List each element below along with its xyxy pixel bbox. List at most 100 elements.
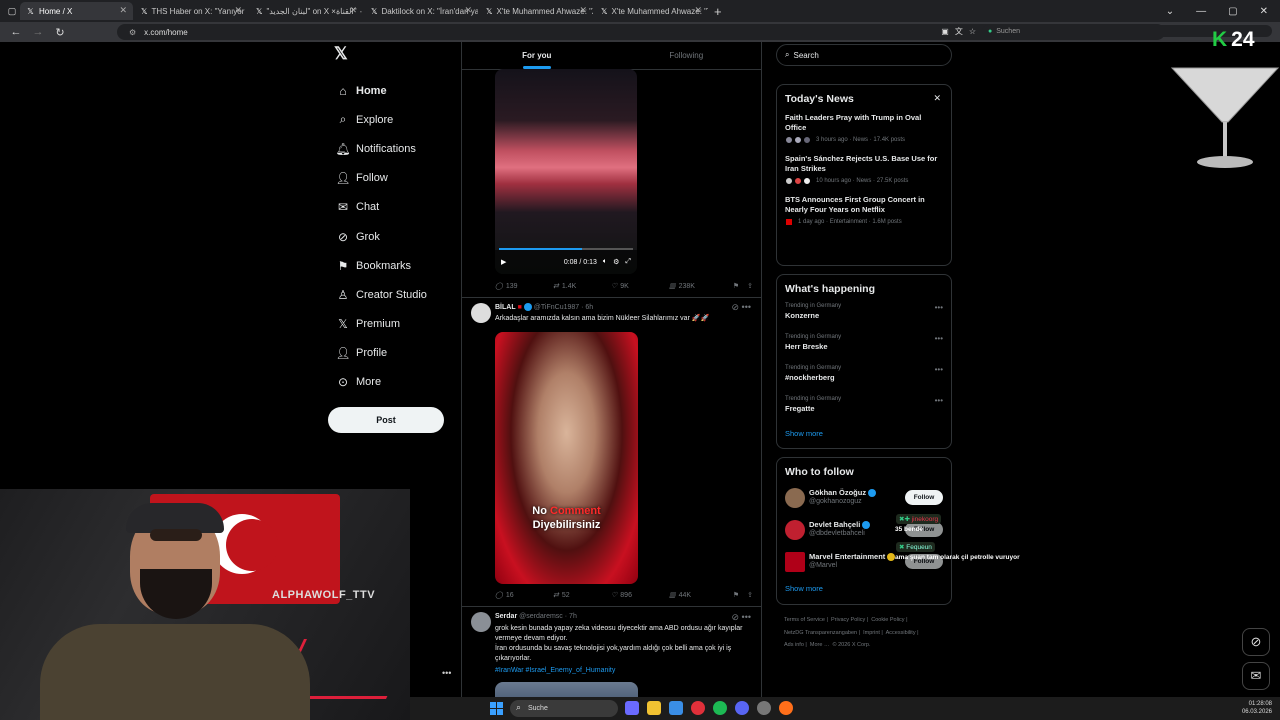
footer-link[interactable]: Ads info <box>784 642 804 648</box>
follow-suggestion[interactable]: Gökhan Özoğuz @gokhanozoguz Follow <box>777 482 951 514</box>
more-icon[interactable]: ••• <box>935 303 943 312</box>
avatar[interactable] <box>471 303 491 323</box>
footer-link[interactable]: Terms of Service <box>784 617 825 623</box>
close-icon[interactable]: ✕ <box>694 5 702 16</box>
post-hashtags[interactable]: #IranWar #Israel_Enemy_of_Humanity <box>495 666 757 676</box>
share-button[interactable]: ⇪ <box>747 282 753 290</box>
play-icon[interactable]: ▶ <box>501 258 506 266</box>
nav-explore[interactable]: ⌕ Explore <box>330 105 450 134</box>
like-button[interactable]: ♡ 9K <box>611 282 669 291</box>
close-icon[interactable]: ✕ <box>234 5 242 16</box>
nav-creator-studio[interactable]: ♙ Creator Studio <box>330 280 450 309</box>
trend-item[interactable]: Trending in Germany Fregatte ••• <box>777 392 951 423</box>
post-more-icon[interactable]: ⊘ ••• <box>732 612 752 623</box>
nav-bookmarks[interactable]: ⚑ Bookmarks <box>330 251 450 280</box>
hashtag-links[interactable]: #IranWar #Israel_Enemy_of_Humanity <box>495 667 615 674</box>
opera-icon[interactable] <box>691 701 705 715</box>
close-icon[interactable]: ✕ <box>464 5 472 16</box>
share-button[interactable]: ⇪ <box>747 591 753 599</box>
spotify-icon[interactable] <box>713 701 727 715</box>
repost-button[interactable]: ⇄ 52 <box>553 591 611 600</box>
taskbar-clock[interactable]: 01:28:08 06.03.2026 <box>1242 700 1272 716</box>
teams-icon[interactable] <box>625 701 639 715</box>
windows-start-icon[interactable] <box>490 702 503 715</box>
tab-3[interactable]: 𝕏"لبنان الجديد" on X ×٠٢٥ "القناة✕ <box>250 2 363 20</box>
footer-link[interactable]: NetzDG Transparenzangaben <box>784 630 857 636</box>
nav-premium[interactable]: 𝕏 Premium <box>330 310 450 339</box>
news-item[interactable]: Spain's Sánchez Rejects U.S. Base Use fo… <box>777 150 951 189</box>
like-button[interactable]: ♡ 896 <box>611 591 669 600</box>
reply-button[interactable]: ◯ 139 <box>495 282 553 291</box>
trend-item[interactable]: Trending in Germany #nockherberg ••• <box>777 361 951 392</box>
close-icon[interactable]: ✕ <box>933 93 941 104</box>
reply-button[interactable]: ◯ 16 <box>495 591 553 600</box>
star-icon[interactable]: ☆ <box>969 27 976 36</box>
close-icon[interactable]: ✕ <box>119 5 127 16</box>
nav-profile[interactable]: 👤︎ Profile <box>330 339 450 368</box>
repost-button[interactable]: ⇄ 1.4K <box>553 282 611 291</box>
fullscreen-icon[interactable]: ⤢ <box>625 258 631 266</box>
more-icon[interactable]: ••• <box>935 365 943 374</box>
screen-icon[interactable]: ▣ <box>941 27 949 36</box>
discord-icon[interactable] <box>735 701 749 715</box>
close-icon[interactable]: ✕ <box>579 5 587 16</box>
chevron-down-icon[interactable]: ⌄ <box>1166 6 1174 17</box>
marvel-logo-icon[interactable] <box>785 552 805 572</box>
search-input[interactable]: ⌕ Search <box>776 44 952 66</box>
url-text[interactable]: x.com/home <box>144 28 188 37</box>
follow-button[interactable]: Follow <box>905 490 943 505</box>
trend-item[interactable]: Trending in Germany Herr Breske ••• <box>777 330 951 361</box>
news-item[interactable]: Faith Leaders Pray with Trump in Oval Of… <box>777 109 951 148</box>
footer-link[interactable]: Imprint <box>863 630 880 636</box>
x-logo-icon[interactable]: 𝕏 <box>334 44 450 68</box>
bookmark-button[interactable]: ⚑ <box>733 282 739 290</box>
post-more-icon[interactable]: ⊘ ••• <box>732 302 752 313</box>
avatar[interactable] <box>471 612 491 632</box>
settings-icon[interactable]: ⚙ <box>613 258 619 266</box>
tab-5[interactable]: 𝕏X'te Muhammed Ahwaze: "Zev✕ <box>480 2 593 20</box>
close-window-icon[interactable]: ✕ <box>1260 6 1268 17</box>
nav-more[interactable]: ⊙ More <box>330 368 450 397</box>
tab-menu-icon[interactable]: ▢ <box>6 6 18 17</box>
tab-4[interactable]: 𝕏 Daktilock on X: "İran'dan ya ✕ <box>365 2 478 20</box>
views-button[interactable]: ▥ 238K <box>669 282 727 291</box>
avatar[interactable] <box>785 488 805 508</box>
footer-link[interactable]: Accessibility <box>886 630 916 636</box>
post1-video[interactable]: ▶ 0:08 / 0:13 🔈︎ ⚙ ⤢ <box>495 69 637 274</box>
nav-chat[interactable]: ✉ Chat <box>330 193 450 222</box>
nav-follow[interactable]: 👤︎ Follow <box>330 164 450 193</box>
account-more-icon[interactable]: ••• <box>442 668 451 678</box>
reload-icon[interactable]: ↻ <box>54 26 66 39</box>
close-icon[interactable]: ✕ <box>349 5 357 16</box>
store-icon[interactable] <box>669 701 683 715</box>
post-button[interactable]: Post <box>328 407 444 434</box>
taskbar-search[interactable]: ⌕ Suche <box>510 700 618 717</box>
footer-link[interactable]: Cookie Policy <box>871 617 904 623</box>
nav-notifications[interactable]: 🔔︎ Notifications <box>330 134 450 163</box>
more-icon[interactable]: ••• <box>935 396 943 405</box>
tab-for-you[interactable]: For you <box>462 42 612 69</box>
footer-link[interactable]: Privacy Policy <box>831 617 865 623</box>
trend-item[interactable]: Trending in Germany Konzerne ••• <box>777 299 951 330</box>
minimize-icon[interactable]: — <box>1196 6 1206 17</box>
more-icon[interactable]: ••• <box>935 334 943 343</box>
volume-icon[interactable]: 🔈︎ <box>603 258 607 266</box>
tab-following[interactable]: Following <box>612 42 762 69</box>
folder-icon[interactable] <box>647 701 661 715</box>
back-icon[interactable]: ← <box>10 26 22 38</box>
post-time[interactable]: 6h <box>585 304 593 311</box>
forward-icon[interactable]: → <box>32 26 44 38</box>
site-info-icon[interactable]: ⚙ <box>129 28 136 37</box>
obs-icon[interactable] <box>757 701 771 715</box>
translate-icon[interactable]: 文 <box>955 26 963 37</box>
tab-home[interactable]: 𝕏 Home / X ✕ <box>20 2 133 20</box>
views-button[interactable]: ▥ 44K <box>669 591 727 600</box>
post2-video[interactable]: No Comment Diyebilirsiniz <box>495 332 638 584</box>
bookmark-button[interactable]: ⚑ <box>733 591 739 599</box>
news-item[interactable]: BTS Announces First Group Concert in Nea… <box>777 191 951 230</box>
avatar[interactable] <box>785 520 805 540</box>
messages-button[interactable]: ✉ <box>1242 662 1270 690</box>
nav-grok[interactable]: ⊘ Grok <box>330 222 450 251</box>
tab-6[interactable]: 𝕏X'te Muhammed Ahwaze: "Tesi✕ <box>595 2 708 20</box>
firefox-icon[interactable] <box>779 701 793 715</box>
